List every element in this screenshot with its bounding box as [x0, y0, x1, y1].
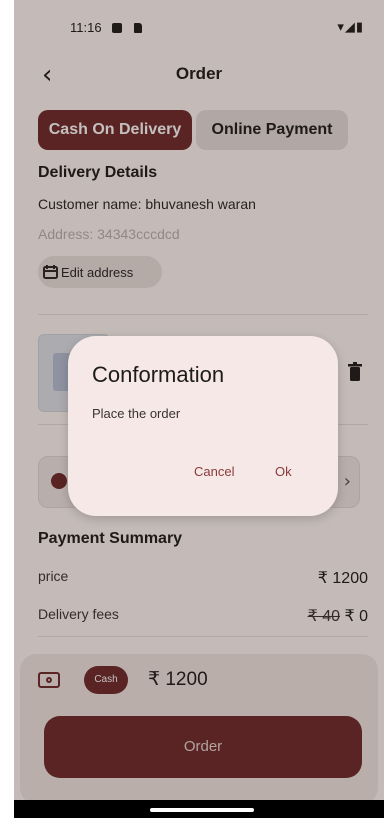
home-handle[interactable] [150, 808, 254, 812]
dialog-title: Conformation [92, 362, 225, 387]
dialog-message: Place the order [92, 406, 181, 421]
system-nav-bar [14, 800, 384, 818]
cancel-button[interactable]: Cancel [194, 460, 234, 484]
ok-button[interactable]: Ok [275, 460, 292, 484]
phone-screen: 11:16 ▾◢▮ ‹ Order Cash On Delivery Onlin… [14, 0, 384, 818]
confirmation-dialog: Conformation Place the order Cancel Ok [68, 336, 338, 516]
